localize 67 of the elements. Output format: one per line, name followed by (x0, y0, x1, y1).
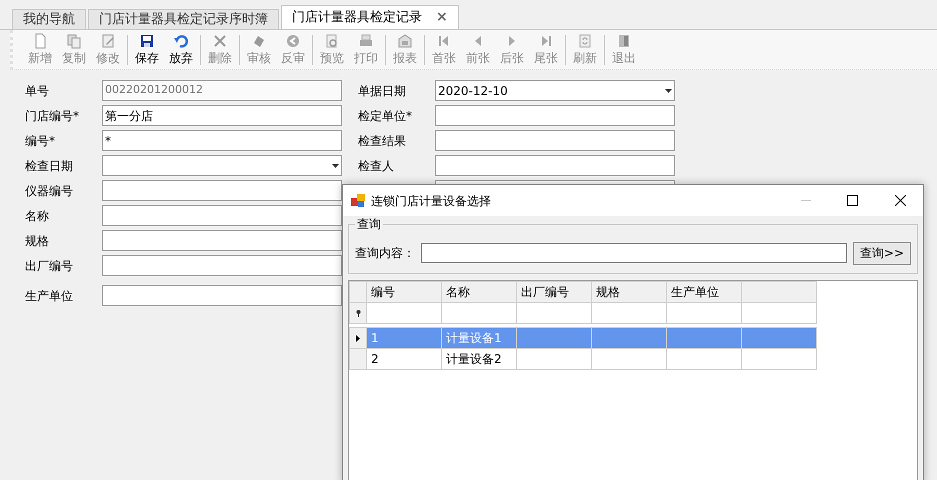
field-label: 检查人 (358, 158, 394, 172)
app-icon (351, 194, 365, 208)
table-cell: 2 (371, 352, 379, 366)
dropdown-field[interactable] (102, 155, 342, 176)
maximize-icon[interactable] (847, 195, 858, 206)
query-label: 查询内容： (355, 245, 415, 262)
field-label: 检查日期 (25, 158, 73, 172)
column-header[interactable]: 生产单位 (666, 282, 742, 302)
group-title: 查询 (355, 216, 383, 232)
field-label: 出厂编号 (25, 258, 73, 272)
table-cell: 计量设备1 (446, 331, 502, 345)
input-field[interactable] (102, 230, 342, 251)
column-header[interactable]: 规格 (592, 282, 666, 302)
field-label: 单号 (25, 84, 49, 98)
save-icon (139, 33, 155, 49)
printer-icon (358, 33, 374, 49)
input-field[interactable] (435, 105, 675, 126)
table-row[interactable]: 1 计量设备1 (350, 328, 816, 348)
input-field[interactable]: * (102, 130, 342, 151)
toolbar-button[interactable]: 放弃 (164, 33, 198, 66)
table-cell: 计量设备2 (446, 352, 502, 366)
field-label: 门店编号* (25, 108, 79, 122)
column-header[interactable]: 出厂编号 (516, 282, 592, 302)
stamp-icon (251, 33, 267, 49)
column-header[interactable]: 编号 (366, 282, 442, 302)
edit-icon (100, 33, 116, 49)
field-label: 生产单位 (25, 288, 73, 302)
input-field[interactable]: 第一分店 (102, 105, 342, 126)
dropdown-field[interactable]: 2020-12-10 (435, 80, 675, 101)
door-icon (616, 33, 632, 49)
field-label: 检查结果 (358, 134, 406, 148)
tab[interactable]: 我的导航 (12, 9, 86, 29)
close-icon[interactable] (895, 195, 906, 206)
undo-icon (173, 33, 189, 49)
filter-pin-icon (356, 310, 360, 318)
input-field[interactable] (435, 130, 675, 151)
field-label: 规格 (25, 234, 49, 248)
toolbar-button[interactable]: 保存 (130, 33, 164, 66)
search-field[interactable] (421, 243, 847, 263)
report-icon (397, 33, 413, 49)
minimize-icon[interactable] (801, 200, 811, 202)
input-field[interactable] (435, 155, 675, 176)
current-row-icon (356, 335, 360, 342)
input-field[interactable] (102, 180, 342, 201)
input-field[interactable]: 00220201200012 (102, 80, 342, 101)
input-field[interactable] (102, 205, 342, 226)
table-cell: 1 (371, 331, 379, 345)
field-label: 检定单位* (358, 108, 412, 122)
dialog-title: 连锁门店计量设备选择 (371, 192, 492, 210)
input-field[interactable] (102, 255, 342, 276)
refresh-icon (577, 33, 593, 49)
delete-icon (212, 33, 228, 49)
query-button[interactable]: 查询>> (852, 242, 911, 264)
back-icon (285, 33, 301, 49)
tab[interactable]: 门店计量器具检定记录序时簿 (88, 9, 279, 29)
field-label: 编号* (25, 134, 55, 148)
tab[interactable]: 门店计量器具检定记录 × (281, 5, 459, 29)
field-label: 单据日期 (358, 84, 406, 98)
copy-icon (66, 33, 82, 49)
column-header[interactable]: 名称 (442, 282, 516, 302)
input-field[interactable] (102, 285, 342, 306)
field-label: 名称 (25, 208, 49, 222)
field-label: 仪器编号 (25, 184, 73, 198)
dropdown-arrow-icon[interactable] (665, 88, 672, 92)
close-tab-icon[interactable]: × (436, 7, 448, 28)
table-row[interactable]: 2 计量设备2 (350, 348, 816, 370)
dropdown-arrow-icon[interactable] (332, 164, 339, 168)
